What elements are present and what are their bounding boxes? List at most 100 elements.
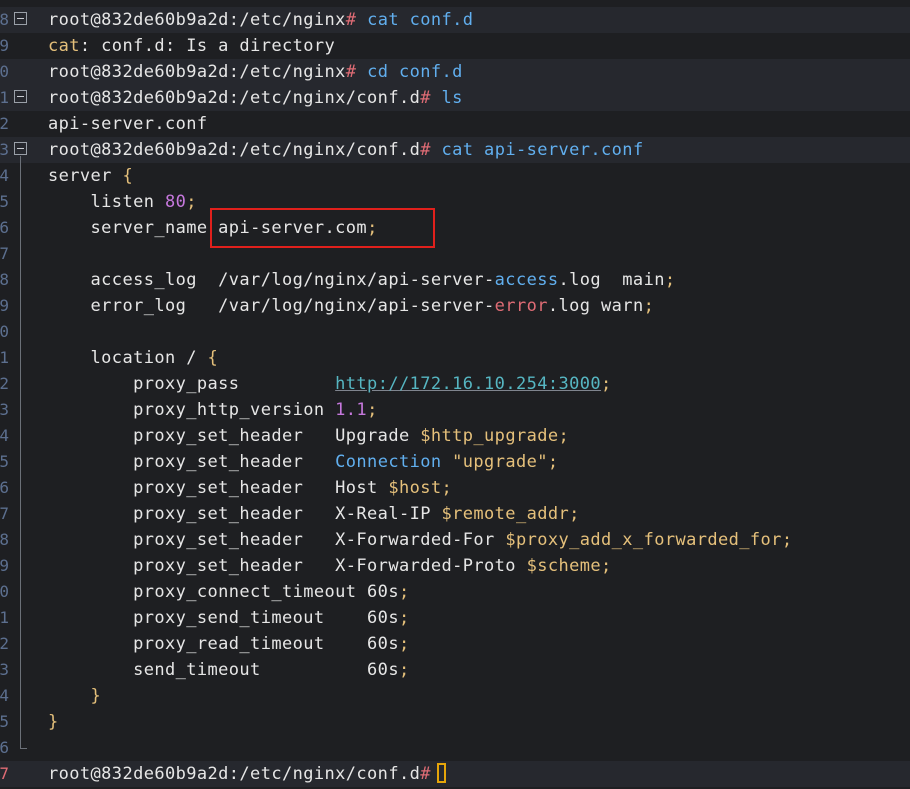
prompt-symbol: #	[420, 764, 431, 784]
semicolon: ;	[569, 504, 580, 524]
output-text: api-server.conf	[48, 114, 208, 134]
line-number: 8	[0, 10, 9, 29]
prompt: root@832de60b9a2d:/etc/nginx	[48, 62, 346, 82]
code-text: send_timeout 60s	[48, 660, 399, 680]
line-number: 8	[0, 270, 9, 289]
code-text: proxy_set_header X-Forwarded-Proto	[48, 556, 527, 576]
semicolon: ;	[547, 452, 559, 472]
semicolon: ;	[664, 270, 676, 290]
code-line: 6 server_name api-server.com;	[0, 215, 910, 241]
code-line: 4 proxy_set_header Upgrade $http_upgrade…	[0, 423, 910, 449]
terminal-line-current[interactable]: 7 root@832de60b9a2d:/etc/nginx/conf.d#	[0, 761, 910, 787]
line-number: 7	[0, 504, 9, 523]
code-text: proxy_send_timeout 60s	[48, 608, 399, 628]
line-number: 9	[0, 36, 9, 55]
semicolon: ;	[601, 374, 612, 394]
terminal-line: 2 api-server.conf	[0, 111, 910, 137]
fold-toggle-icon[interactable]	[14, 90, 27, 103]
output-text: : conf.d: Is a directory	[79, 36, 336, 56]
prompt-symbol: #	[345, 10, 357, 30]
code-text: .log main	[558, 270, 665, 290]
brace: }	[48, 712, 59, 732]
line-number: 4	[0, 426, 9, 445]
code-line: 2 proxy_read_timeout 60s;	[0, 631, 910, 657]
line-number: 9	[0, 556, 9, 575]
code-line: 5 listen 80;	[0, 189, 910, 215]
variable: $http_upgrade	[420, 426, 559, 446]
code-line: 5 proxy_set_header Connection "upgrade";	[0, 449, 910, 475]
prompt: root@832de60b9a2d:/etc/nginx/conf.d	[48, 140, 421, 160]
text-cursor[interactable]	[436, 763, 446, 783]
semicolon: ;	[441, 478, 453, 498]
command: cd conf.d	[367, 62, 463, 82]
line-number: 2	[0, 634, 9, 653]
terminal-window[interactable]: 8 root@832de60b9a2d:/etc/nginx# cat conf…	[0, 0, 910, 789]
line-number: 1	[0, 88, 9, 107]
semicolon: ;	[643, 296, 655, 316]
command: ls	[441, 88, 463, 108]
command: cat conf.d	[367, 10, 474, 30]
number-literal: 80	[164, 192, 187, 212]
semicolon: ;	[398, 582, 410, 602]
line-number: 0	[0, 322, 9, 341]
code-text: access_log /var/log/nginx/api-server-	[48, 270, 495, 290]
prompt: root@832de60b9a2d:/etc/nginx	[48, 10, 346, 30]
line-number: 4	[0, 166, 9, 185]
keyword: error	[494, 296, 548, 316]
code-line: 4 }	[0, 683, 910, 709]
code-text: proxy_set_header X-Forwarded-For	[48, 530, 506, 550]
brace: {	[207, 348, 219, 368]
line-number: 5	[0, 452, 9, 471]
code-text: location /	[48, 348, 208, 368]
variable: $scheme	[526, 556, 602, 576]
terminal-line: 0 root@832de60b9a2d:/etc/nginx# cd conf.…	[0, 59, 910, 85]
fold-toggle-icon[interactable]	[14, 12, 27, 25]
number-literal: 1.1	[335, 400, 368, 420]
variable: $remote_addr	[441, 504, 570, 524]
code-text: proxy_set_header	[48, 452, 336, 472]
terminal-line: 1 root@832de60b9a2d:/etc/nginx/conf.d# l…	[0, 85, 910, 111]
semicolon: ;	[398, 634, 410, 654]
code-line: 5 }	[0, 709, 910, 735]
line-number: 5	[0, 192, 9, 211]
prompt-symbol: #	[420, 88, 431, 108]
command: cat api-server.conf	[441, 140, 644, 160]
code-line: 9 proxy_set_header X-Forwarded-Proto $sc…	[0, 553, 910, 579]
string-literal: "upgrade"	[441, 452, 548, 472]
line-number: 3	[0, 400, 9, 419]
keyword: access	[494, 270, 559, 290]
line-number: 4	[0, 686, 9, 705]
line-number: 8	[0, 530, 9, 549]
terminal-line: 3 root@832de60b9a2d:/etc/nginx/conf.d# c…	[0, 137, 910, 163]
code-line: 3 send_timeout 60s;	[0, 657, 910, 683]
code-line: 8 access_log /var/log/nginx/api-server-a…	[0, 267, 910, 293]
semicolon: ;	[398, 608, 410, 628]
code-text: server	[48, 166, 123, 186]
line-number: 1	[0, 608, 9, 627]
code-text: listen	[48, 192, 165, 212]
prompt: root@832de60b9a2d:/etc/nginx/conf.d	[48, 764, 421, 784]
semicolon: ;	[367, 400, 378, 420]
code-text: proxy_http_version	[48, 400, 336, 420]
line-number: 1	[0, 348, 9, 367]
code-line: 8 proxy_set_header X-Forwarded-For $prox…	[0, 527, 910, 553]
output-text: cat	[48, 36, 80, 56]
code-text: proxy_read_timeout 60s	[48, 634, 399, 654]
code-line: 0	[0, 319, 910, 345]
line-number: 9	[0, 296, 9, 315]
code-line: 6	[0, 735, 910, 761]
terminal-line: 8 root@832de60b9a2d:/etc/nginx# cat conf…	[0, 7, 910, 33]
line-number: 3	[0, 140, 9, 159]
line-number: 2	[0, 114, 9, 133]
code-text: proxy_set_header Upgrade	[48, 426, 421, 446]
annotation-highlight-box	[210, 208, 435, 248]
fold-toggle-icon[interactable]	[14, 142, 27, 155]
code-line: 7 proxy_set_header X-Real-IP $remote_add…	[0, 501, 910, 527]
proxy-url-link[interactable]: http://172.16.10.254:3000	[335, 374, 601, 394]
line-number: 0	[0, 62, 9, 81]
variable: $host	[388, 478, 442, 498]
code-line: 3 proxy_http_version 1.1;	[0, 397, 910, 423]
prompt: root@832de60b9a2d:/etc/nginx/conf.d	[48, 88, 421, 108]
code-line: 1 proxy_send_timeout 60s;	[0, 605, 910, 631]
